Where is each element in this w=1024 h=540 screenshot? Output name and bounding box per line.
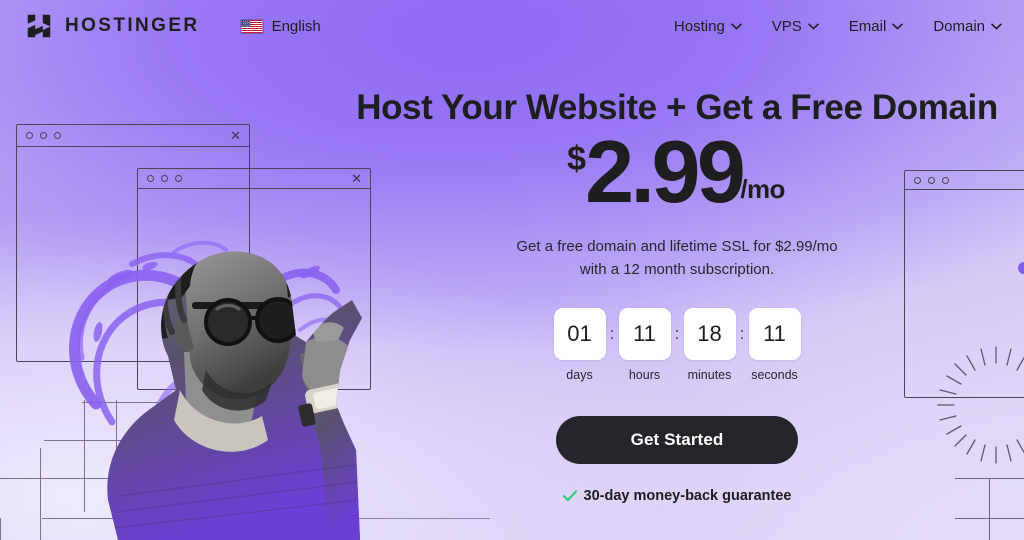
countdown-label: days (566, 368, 593, 382)
countdown-unit-seconds: 11 seconds (748, 308, 801, 382)
nav-item-label: Email (848, 17, 887, 35)
us-flag-icon (239, 18, 264, 34)
nav-item-label: Hosting (673, 17, 725, 35)
brand-wordmark: HOSTINGER (65, 15, 200, 36)
language-label: English (271, 17, 321, 35)
site-header: HOSTINGER English Hosting VPS Email Doma… (0, 0, 1024, 52)
subtitle-line-1: Get a free domain and lifetime SSL for $… (516, 238, 838, 255)
brand-logo-link[interactable]: HOSTINGER (24, 11, 200, 41)
chevron-down-icon (807, 23, 819, 29)
price-period: /mo (740, 174, 785, 204)
countdown-unit-days: 01 days (553, 308, 606, 382)
chevron-down-icon (892, 23, 904, 29)
countdown-value: 11 (618, 308, 671, 360)
countdown-label: hours (628, 368, 661, 382)
price-amount: 2.99 (585, 122, 746, 221)
page-title: Host Your Website + Get a Free Domain (356, 88, 998, 127)
get-started-button[interactable]: Get Started (556, 416, 798, 464)
countdown-unit-minutes: 18 minutes (683, 308, 736, 382)
nav-item-label: VPS (771, 17, 802, 35)
nav-item-domain[interactable]: Domain (933, 18, 1002, 35)
cta-container: Get Started (0, 416, 1024, 464)
language-selector[interactable]: English (239, 17, 321, 35)
chevron-down-icon (991, 23, 1002, 29)
price-currency: $ (567, 140, 586, 178)
countdown-label: seconds (751, 368, 798, 382)
guarantee-label: 30-day money-back guarantee (583, 488, 792, 504)
nav-item-vps[interactable]: VPS (772, 18, 819, 35)
price-display: $2.99/mo (0, 128, 1024, 216)
countdown-separator: : (739, 324, 745, 343)
countdown-label: minutes (687, 368, 732, 382)
nav-item-hosting[interactable]: Hosting (674, 18, 742, 35)
countdown-unit-hours: 11 hours (618, 308, 671, 382)
countdown-value: 18 (683, 308, 736, 360)
countdown-separator: : (674, 324, 680, 343)
price-subtitle: Get a free domain and lifetime SSL for $… (0, 236, 1024, 281)
countdown-separator: : (609, 324, 615, 343)
nav-item-email[interactable]: Email (849, 18, 904, 35)
nav-item-label: Domain (933, 17, 985, 35)
chevron-down-icon (730, 23, 742, 29)
countdown-value: 01 (553, 308, 606, 360)
green-check-icon (562, 490, 577, 502)
hostinger-h-logo-icon (27, 14, 51, 38)
money-back-guarantee: 30-day money-back guarantee (0, 488, 1024, 504)
countdown-timer: 01 days : 11 hours : 18 minutes : 11 sec… (0, 308, 1024, 382)
main-navigation: Hosting VPS Email Domain (674, 18, 1002, 35)
subtitle-line-2: with a 12 month subscription. (579, 260, 775, 278)
countdown-value: 11 (748, 308, 801, 360)
